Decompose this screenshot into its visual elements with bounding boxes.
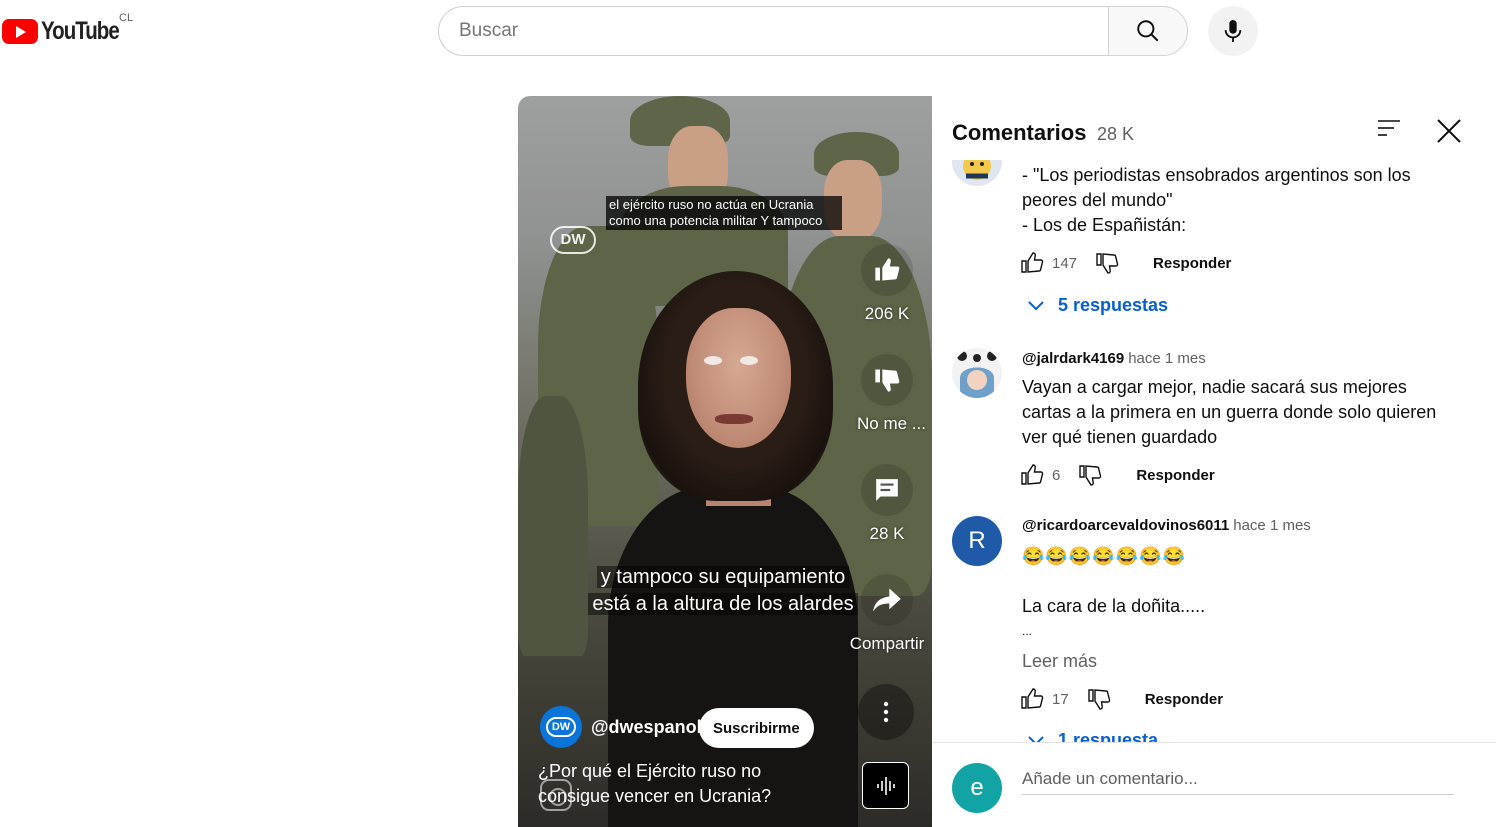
comment-line: ver qué tienen guardado <box>1022 427 1218 447</box>
channel-name[interactable]: @dwespanol <box>591 717 702 738</box>
comments-panel: Comentarios 28 K Comentarios 28 K - "Los… <box>932 96 1496 827</box>
comment-emojis: 😂😂😂😂😂😂😂 <box>1022 546 1186 566</box>
comment-author[interactable]: @ricardoarcevaldovinos6011 hace 1 mes <box>1022 517 1311 534</box>
subscribe-button[interactable]: Suscribirme <box>699 708 814 748</box>
comment-line: ... <box>1022 624 1033 638</box>
reply-button[interactable]: Responder <box>1153 255 1231 272</box>
share-label: Compartir <box>849 634 925 653</box>
youtube-logo[interactable]: YouTube <box>2 14 136 48</box>
video-subtitle: y tampoco su equipamiento está a la altu… <box>568 564 878 618</box>
top-caption: el ejército ruso no actúa en Ucrania com… <box>606 196 842 230</box>
video-title[interactable]: ¿Por qué el Ejército ruso no consigue ve… <box>538 759 798 809</box>
shorts-video-player[interactable]: el ejército ruso no actúa en Ucrania com… <box>518 96 932 827</box>
like-button[interactable]: 206 K <box>857 244 917 324</box>
voice-search-button[interactable] <box>1208 6 1258 56</box>
search-button[interactable] <box>1108 6 1188 56</box>
comment-line: La cara de la doñita..... <box>1022 596 1206 616</box>
comment-icon <box>876 479 898 501</box>
comment-handle: @jalrdark4169 <box>1022 350 1125 367</box>
channel-avatar[interactable]: DW <box>540 706 582 748</box>
channel-badge: DW <box>546 717 576 737</box>
add-comment-input[interactable] <box>1022 763 1454 795</box>
dw-watermark: DW <box>550 226 596 254</box>
comment-actions: 17 Responder <box>1020 685 1223 713</box>
presenter-eye <box>704 356 722 365</box>
comment-text: Vayan a cargar mejor, nadie sacará sus m… <box>1022 375 1436 450</box>
comments-circle <box>861 464 913 516</box>
comment-avatar[interactable] <box>952 348 1002 398</box>
comment-like-count: 17 <box>1052 690 1069 708</box>
audio-track-button[interactable] <box>862 762 909 809</box>
reply-button[interactable]: Responder <box>1136 467 1214 484</box>
comment-time: hace 1 mes <box>1233 517 1311 534</box>
sort-comments-button-overlay[interactable] <box>1376 118 1402 143</box>
thumbs-down-icon <box>875 369 900 392</box>
comment-actions: 147 Responder <box>1020 249 1231 277</box>
comments-title-overlay: Comentarios <box>952 120 1087 145</box>
comment-line: cartas a la primera en un guerra donde s… <box>1022 402 1437 422</box>
comment-line: peores del mundo" <box>1022 190 1173 210</box>
anime-avatar-icon <box>952 348 1002 398</box>
comments-count-overlay: 28 K <box>1097 124 1135 144</box>
thumbs-down-outline-icon[interactable] <box>1078 463 1102 487</box>
presenter-mouth <box>715 414 753 424</box>
thumbs-up-outline-icon[interactable] <box>1020 463 1044 487</box>
dislike-circle <box>861 354 913 406</box>
like-count: 206 K <box>864 304 910 323</box>
presenter-eye <box>740 356 758 365</box>
close-icon <box>1437 119 1461 143</box>
dislike-button[interactable]: No me ... <box>857 354 926 434</box>
close-comments-button-overlay[interactable] <box>1436 118 1462 149</box>
share-circle <box>861 574 913 626</box>
replies-toggle[interactable]: 5 respuestas <box>1028 295 1168 316</box>
comment-time: hace 1 mes <box>1128 350 1206 367</box>
more-vert-icon <box>883 701 889 723</box>
read-more-button[interactable]: Leer más <box>1022 649 1097 674</box>
logo-text: YouTube <box>41 16 120 45</box>
presenter-face <box>686 308 791 448</box>
user-avatar[interactable]: e <box>952 763 1002 813</box>
comment-line: Vayan a cargar mejor, nadie sacará sus m… <box>1022 377 1407 397</box>
thumbs-up-icon <box>875 258 900 281</box>
reply-button[interactable]: Responder <box>1145 691 1223 708</box>
thumbs-up-outline-icon[interactable] <box>1020 687 1044 711</box>
comment-line: - "Los periodistas ensobrados argentinos… <box>1022 165 1411 185</box>
comment-like-count: 147 <box>1052 254 1078 272</box>
country-code: CL <box>119 12 134 24</box>
search-box <box>438 6 1109 56</box>
like-circle <box>861 244 913 296</box>
comment-like-count: 6 <box>1052 466 1061 484</box>
search-icon <box>1137 20 1159 42</box>
top-header: YouTube CL <box>0 0 1496 64</box>
subtitle-line: y tampoco su equipamiento <box>596 566 850 588</box>
comment-handle: @ricardoarcevaldovinos6011 <box>1022 517 1230 534</box>
audio-waveform-icon <box>876 776 895 795</box>
replies-label: 5 respuestas <box>1058 295 1169 315</box>
comment-author[interactable]: @jalrdark4169 hace 1 mes <box>1022 350 1206 367</box>
sort-icon <box>1378 120 1400 136</box>
thumbs-down-outline-icon[interactable] <box>1087 687 1111 711</box>
thumbs-up-outline-icon[interactable] <box>1020 251 1044 275</box>
comment-composer: e <box>932 742 1496 827</box>
comment-actions: 6 Responder <box>1020 461 1215 489</box>
share-icon <box>873 588 901 612</box>
youtube-play-icon <box>2 18 38 44</box>
comments-button[interactable]: 28 K <box>857 464 917 544</box>
comment-count: 28 K <box>869 524 905 543</box>
subtitle-line: está a la altura de los alardes <box>588 593 858 615</box>
search-input[interactable] <box>459 20 1109 42</box>
dislike-label: No me ... <box>857 414 926 433</box>
comment-avatar[interactable]: R <box>952 516 1002 566</box>
share-button[interactable]: Compartir <box>845 574 929 654</box>
comment-text: - "Los periodistas ensobrados argentinos… <box>1022 163 1411 238</box>
comment-line: - Los de Españistán: <box>1022 215 1187 235</box>
microphone-icon <box>1224 20 1242 42</box>
chevron-down-icon <box>1028 300 1044 310</box>
thumbs-down-outline-icon[interactable] <box>1095 251 1119 275</box>
more-options-button[interactable] <box>858 684 914 740</box>
